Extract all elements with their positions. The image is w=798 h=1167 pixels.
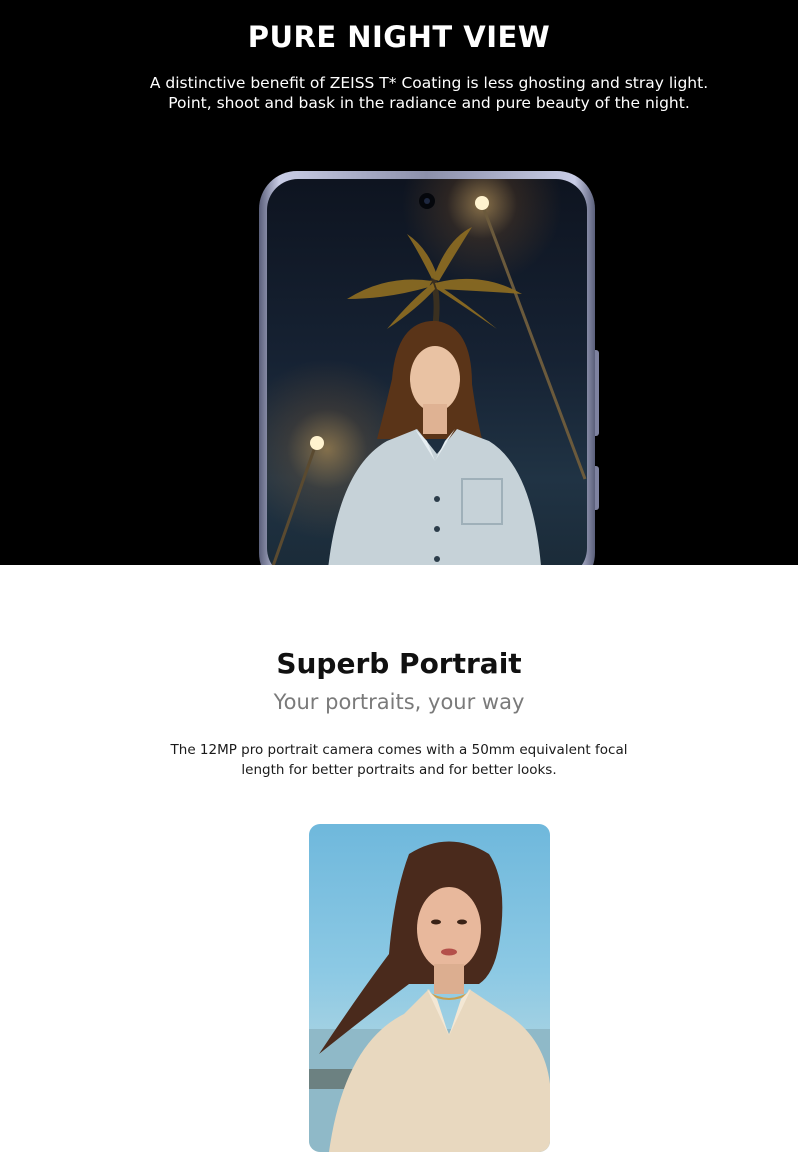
street-lamp-pole [271,440,319,565]
night-view-title: PURE NIGHT VIEW [247,20,551,54]
street-lamp-light [310,436,324,450]
street-lamp-pole [480,203,587,480]
night-view-section: PURE NIGHT VIEW A distinctive benefit of… [0,0,798,565]
portrait-title: Superb Portrait [276,647,522,680]
portrait-photo [309,824,550,1152]
night-photo [267,179,587,565]
portrait-section: Superb Portrait Your portraits, your way… [0,565,798,1167]
portrait-subtitle: Your portraits, your way [273,690,525,714]
portrait-illustration [309,841,550,1152]
woman-face [417,887,481,971]
woman-face [410,346,460,412]
phone-volume-button [595,350,599,436]
night-scene-illustration [271,193,587,565]
phone-power-button [595,466,599,510]
night-view-description: A distinctive benefit of ZEISS T* Coatin… [149,74,709,112]
street-lamp-light [475,196,489,210]
page: PURE NIGHT VIEW A distinctive benefit of… [0,0,798,1167]
portrait-description: The 12MP pro portrait camera comes with … [170,742,628,778]
woman-shirt [328,429,541,565]
